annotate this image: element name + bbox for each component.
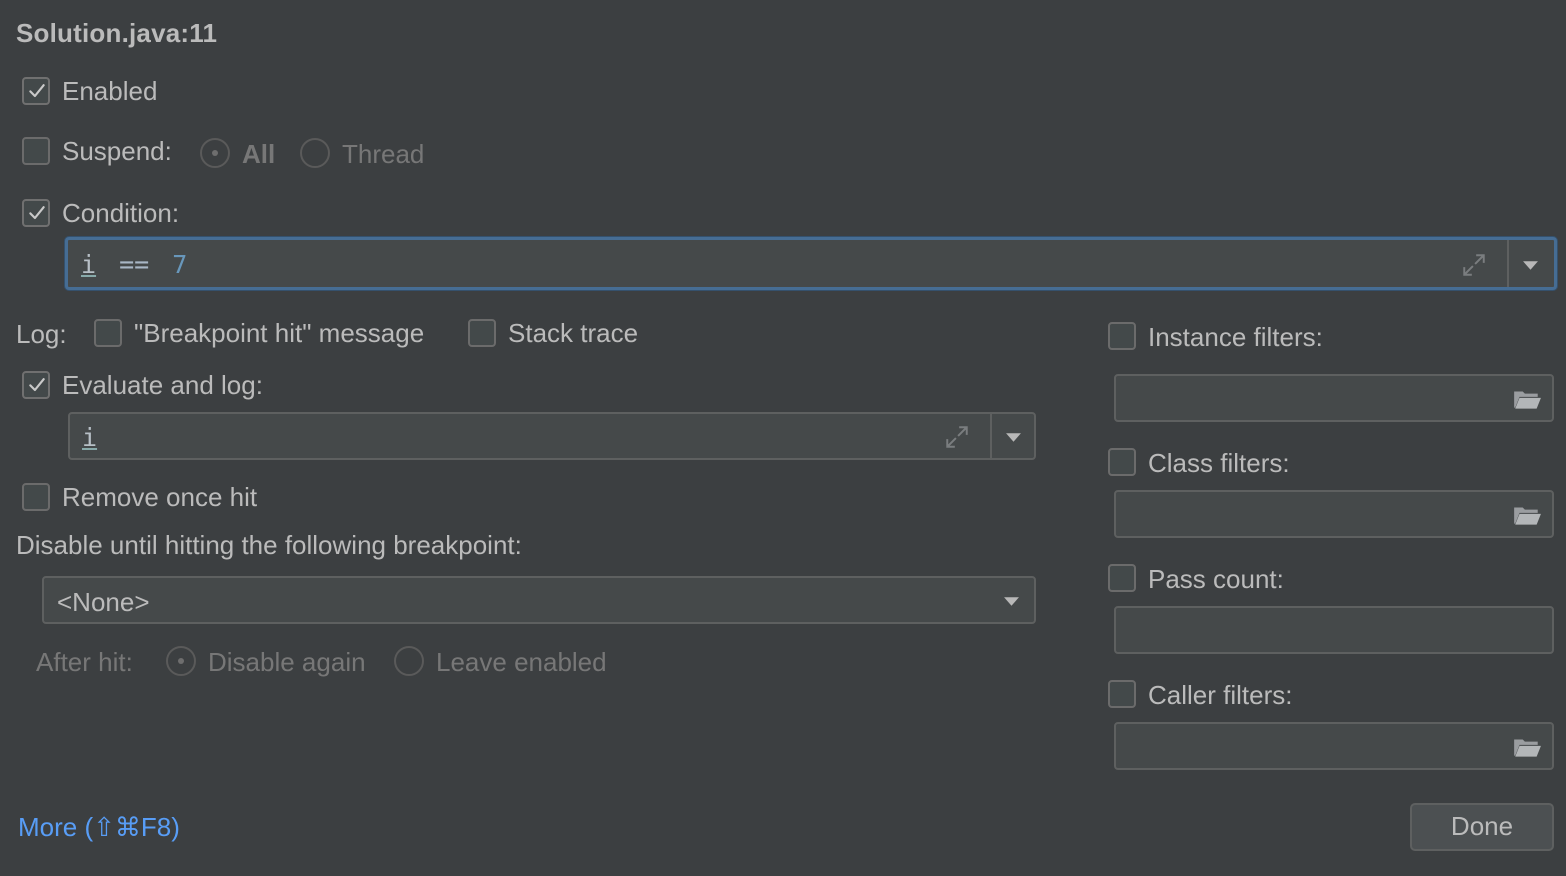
after-hit-leave-enabled-radio[interactable] <box>394 646 424 676</box>
instance-filters-label: Instance filters: <box>1148 322 1323 352</box>
more-link[interactable]: More (⇧⌘F8) <box>18 812 180 843</box>
chevron-down-icon[interactable] <box>1522 260 1539 271</box>
stack-trace-label: Stack trace <box>508 318 639 348</box>
enabled-label: Enabled <box>62 76 158 106</box>
pass-count-field[interactable] <box>1114 606 1554 654</box>
chevron-down-icon <box>1003 596 1020 607</box>
class-filters-field[interactable] <box>1114 490 1554 538</box>
remove-once-hit-label: Remove once hit <box>62 482 258 512</box>
caller-filters-label: Caller filters: <box>1148 680 1293 710</box>
evaluate-log-label: Evaluate and log: <box>62 370 263 400</box>
suspend-checkbox[interactable] <box>22 137 50 165</box>
pass-count-checkbox[interactable] <box>1108 564 1136 592</box>
dialog-title: Solution.java:11 <box>16 18 218 48</box>
enabled-checkbox[interactable] <box>22 77 50 105</box>
class-filters-checkbox[interactable] <box>1108 448 1136 476</box>
radio-selected-dot <box>178 658 184 664</box>
disable-until-label: Disable until hitting the following brea… <box>16 530 522 560</box>
evaluate-variable: i <box>82 423 98 452</box>
suspend-all-radio[interactable] <box>200 138 230 168</box>
condition-input[interactable]: i == 7 <box>65 237 1557 290</box>
after-hit-disable-again-radio[interactable] <box>166 646 196 676</box>
done-button[interactable]: Done <box>1410 803 1554 851</box>
remove-once-hit-checkbox[interactable] <box>22 483 50 511</box>
log-label: Log: <box>16 319 67 349</box>
condition-expression[interactable]: i == 7 <box>81 250 187 279</box>
suspend-thread-radio[interactable] <box>300 138 330 168</box>
checkmark-icon <box>27 375 47 395</box>
condition-operator: == <box>119 250 150 279</box>
checkmark-icon <box>27 81 47 101</box>
field-divider <box>990 414 992 458</box>
suspend-all-label: All <box>242 139 276 169</box>
folder-open-icon[interactable] <box>1512 387 1542 411</box>
checkmark-icon <box>27 203 47 223</box>
field-divider <box>1507 240 1509 287</box>
evaluate-expression[interactable]: i <box>82 423 97 452</box>
disable-until-select[interactable]: <None> <box>42 576 1036 624</box>
condition-checkbox[interactable] <box>22 199 50 227</box>
class-filters-label: Class filters: <box>1148 448 1290 478</box>
suspend-label: Suspend: <box>62 136 172 166</box>
folder-open-icon[interactable] <box>1512 735 1542 759</box>
breakpoint-hit-checkbox[interactable] <box>94 319 122 347</box>
evaluate-log-input[interactable]: i <box>68 412 1036 460</box>
expand-icon[interactable] <box>944 424 970 450</box>
condition-number: 7 <box>172 250 188 279</box>
disable-until-value: <None> <box>57 587 150 617</box>
chevron-down-icon[interactable] <box>1005 432 1022 443</box>
condition-label: Condition: <box>62 198 180 228</box>
radio-selected-dot <box>212 150 218 156</box>
suspend-thread-label: Thread <box>342 139 425 169</box>
after-hit-leave-enabled-label: Leave enabled <box>436 647 607 677</box>
caller-filters-checkbox[interactable] <box>1108 680 1136 708</box>
instance-filters-checkbox[interactable] <box>1108 322 1136 350</box>
expand-icon[interactable] <box>1461 252 1487 278</box>
after-hit-disable-again-label: Disable again <box>208 647 366 677</box>
after-hit-label: After hit: <box>36 647 133 677</box>
folder-open-icon[interactable] <box>1512 503 1542 527</box>
stack-trace-checkbox[interactable] <box>468 319 496 347</box>
instance-filters-field[interactable] <box>1114 374 1554 422</box>
pass-count-label: Pass count: <box>1148 564 1284 594</box>
condition-variable: i <box>81 250 97 279</box>
evaluate-log-checkbox[interactable] <box>22 371 50 399</box>
breakpoint-hit-label: "Breakpoint hit" message <box>134 318 425 348</box>
caller-filters-field[interactable] <box>1114 722 1554 770</box>
